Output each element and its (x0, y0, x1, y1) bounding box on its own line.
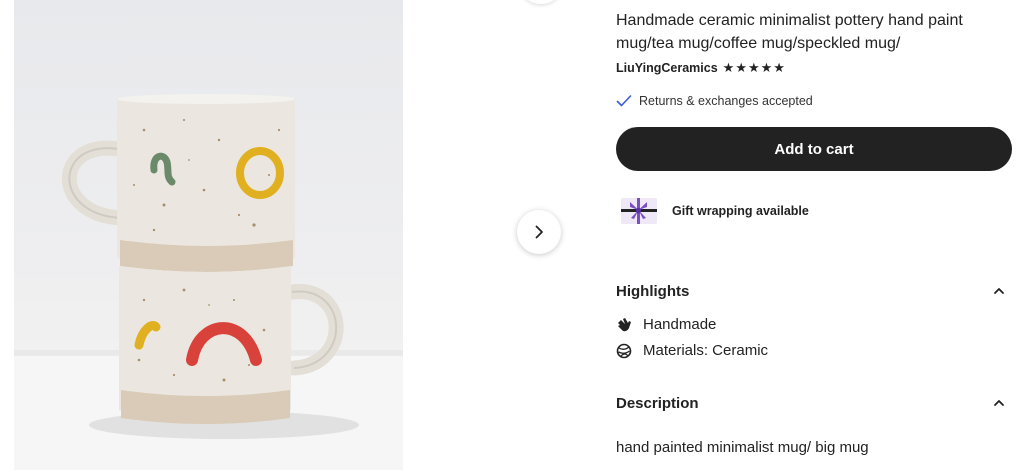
previous-image-button[interactable] (521, 0, 561, 4)
highlights-header[interactable]: Highlights (616, 279, 1012, 303)
add-to-cart-button[interactable]: Add to cart (616, 127, 1012, 171)
gift-icon (621, 198, 657, 224)
next-image-button[interactable] (517, 210, 561, 254)
returns-text: Returns & exchanges accepted (639, 94, 813, 108)
highlight-label: Handmade (643, 316, 717, 333)
gift-wrapping-notice: Gift wrapping available (620, 196, 809, 226)
gift-wrapping-text: Gift wrapping available (672, 204, 809, 218)
shop-rating-row: LiuYingCeramics ★ ★ ★ ★ ★ (616, 60, 785, 76)
mugs-illustration (14, 94, 403, 470)
highlight-handmade: Handmade (616, 316, 716, 333)
highlights-heading: Highlights (616, 282, 690, 300)
star-icon: ★ (722, 60, 735, 75)
star-icon: ★ (773, 60, 785, 75)
highlight-materials: Materials: Ceramic (616, 342, 768, 359)
yarn-ball-icon (616, 343, 632, 358)
description-text: hand painted minimalist mug/ big mug (616, 439, 869, 456)
description-heading: Description (616, 394, 699, 412)
star-icon: ★ (747, 60, 760, 75)
product-title: Handmade ceramic minimalist pottery hand… (616, 12, 963, 52)
shop-name-link[interactable]: LiuYingCeramics (616, 61, 718, 75)
highlight-label: Materials: Ceramic (643, 342, 769, 359)
product-image[interactable] (14, 0, 403, 470)
checkmark-icon (616, 95, 632, 107)
star-icon: ★ (760, 60, 773, 75)
chevron-up-icon (994, 288, 1004, 294)
hand-icon (618, 317, 631, 331)
description-header[interactable]: Description (616, 391, 1012, 415)
chevron-right-icon (535, 225, 543, 239)
chevron-up-icon (994, 400, 1004, 406)
star-icon: ★ (735, 60, 747, 75)
returns-policy: Returns & exchanges accepted (616, 94, 813, 108)
star-rating[interactable]: ★ ★ ★ ★ ★ (723, 60, 785, 76)
